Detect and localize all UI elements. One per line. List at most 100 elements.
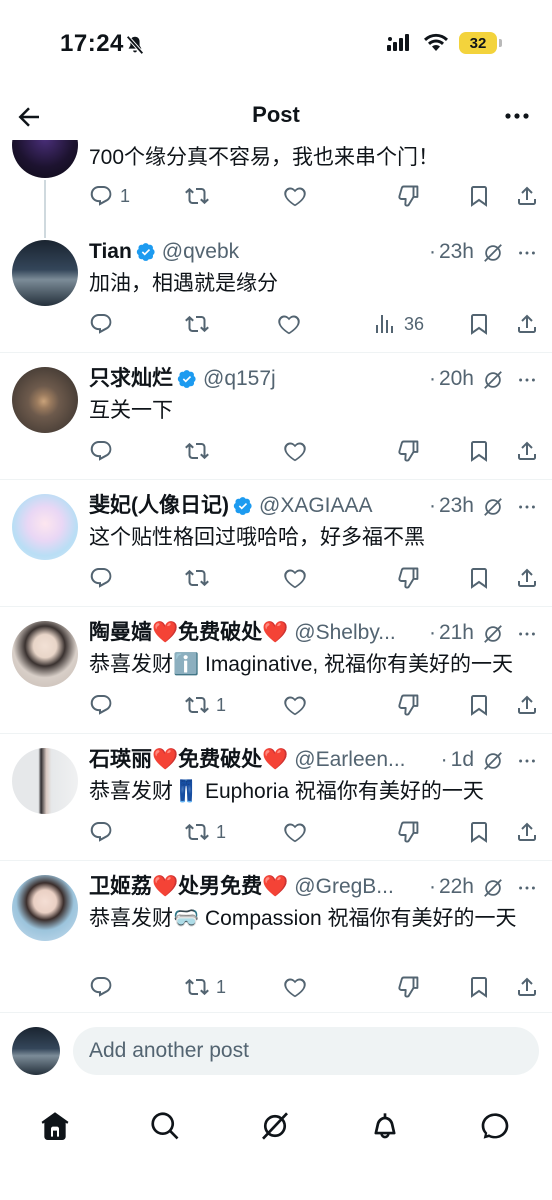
downvote-button[interactable] [397, 691, 421, 719]
like-button[interactable] [283, 564, 314, 592]
author-name[interactable]: 卫姬荔❤️处男免费❤️ [89, 873, 288, 901]
author-name[interactable]: Tian [89, 238, 132, 266]
author-name[interactable]: 陶曼嫱❤️免费破处❤️ [89, 619, 288, 647]
more-icon[interactable] [504, 104, 530, 128]
author-handle[interactable]: @GregB... [294, 873, 426, 901]
more-icon[interactable] [516, 496, 538, 518]
like-button[interactable] [277, 310, 308, 338]
grok-icon[interactable] [482, 496, 504, 518]
author-handle[interactable]: @Shelby... [294, 619, 426, 647]
reply-icon [90, 977, 112, 997]
grok-icon[interactable] [482, 369, 504, 391]
author-name[interactable]: 只求灿烂 [89, 365, 173, 393]
reply-post[interactable]: 陶曼嫱❤️免费破处❤️ @Shelby... · 21h 恭喜发财ℹ️ Imag… [0, 606, 552, 733]
repost-button[interactable]: 1 [185, 973, 226, 1001]
reply-post[interactable]: 卫姬荔❤️处男免费❤️ @GregB... · 22h 恭喜发财🥽 Compas… [0, 860, 552, 1012]
tab-grok[interactable] [253, 1104, 297, 1148]
share-button[interactable] [515, 564, 539, 592]
bookmark-button[interactable] [467, 818, 491, 846]
share-button[interactable] [515, 437, 539, 465]
repost-button[interactable] [185, 182, 216, 210]
more-icon[interactable] [516, 242, 538, 264]
author-name[interactable]: 斐妃(人像日记) [89, 492, 229, 520]
avatar[interactable] [12, 140, 78, 178]
bookmark-button[interactable] [467, 973, 491, 1001]
more-icon[interactable] [516, 369, 538, 391]
reply-button[interactable] [89, 818, 120, 846]
post-time[interactable]: 1d [451, 746, 474, 774]
avatar[interactable] [12, 621, 78, 687]
bookmark-button[interactable] [467, 437, 491, 465]
author-name[interactable]: 石瑛丽❤️免费破处❤️ [89, 746, 288, 774]
share-button[interactable] [515, 182, 539, 210]
bookmark-button[interactable] [467, 310, 491, 338]
reply-button[interactable] [89, 691, 120, 719]
avatar[interactable] [12, 367, 78, 433]
repost-button[interactable] [185, 564, 216, 592]
tab-home[interactable] [33, 1104, 77, 1148]
share-button[interactable] [515, 818, 539, 846]
author-handle[interactable]: @Earleen... [294, 746, 437, 774]
reply-post[interactable]: Tian @qvebk · 23h 加油，相遇就是缘分 36 [0, 228, 552, 352]
more-icon[interactable] [516, 750, 538, 772]
reply-thread: 700个缘分真不容易，我也来串个门！ 1 Tian @qvebk · 23h 加… [0, 140, 552, 1012]
repost-button[interactable]: 1 [185, 691, 226, 719]
reply-post[interactable]: 石瑛丽❤️免费破处❤️ @Earleen... · 1d 恭喜发财👖 Eupho… [0, 733, 552, 860]
share-button[interactable] [515, 973, 539, 1001]
reply-button[interactable] [89, 564, 120, 592]
avatar[interactable] [12, 1027, 60, 1075]
downvote-button[interactable] [397, 973, 421, 1001]
author-handle[interactable]: @q157j [203, 365, 426, 393]
like-button[interactable] [283, 973, 314, 1001]
avatar[interactable] [12, 494, 78, 560]
tab-messages[interactable] [473, 1104, 517, 1148]
post-time[interactable]: 23h [439, 492, 474, 520]
author-handle[interactable]: @qvebk [162, 238, 426, 266]
post-time[interactable]: 23h [439, 238, 474, 266]
bookmark-icon [471, 822, 487, 843]
repost-button[interactable] [185, 310, 216, 338]
post-time[interactable]: 20h [439, 365, 474, 393]
reply-button[interactable] [89, 437, 120, 465]
grok-icon[interactable] [482, 623, 504, 645]
avatar[interactable] [12, 748, 78, 814]
post-time[interactable]: 21h [439, 619, 474, 647]
like-button[interactable] [283, 437, 314, 465]
like-button[interactable] [283, 182, 314, 210]
views-button[interactable]: 36 [373, 310, 424, 338]
tab-notifications[interactable] [363, 1104, 407, 1148]
post-time[interactable]: 22h [439, 873, 474, 901]
tab-search[interactable] [143, 1104, 187, 1148]
downvote-button[interactable] [397, 564, 421, 592]
bookmark-button[interactable] [467, 182, 491, 210]
like-button[interactable] [283, 818, 314, 846]
share-button[interactable] [515, 691, 539, 719]
downvote-button[interactable] [397, 437, 421, 465]
reply-icon [90, 441, 112, 461]
avatar[interactable] [12, 240, 78, 306]
like-button[interactable] [283, 691, 314, 719]
more-icon[interactable] [516, 623, 538, 645]
reply-button[interactable]: 1 [89, 182, 130, 210]
bookmark-button[interactable] [467, 564, 491, 592]
author-handle[interactable]: @XAGIAAA [259, 492, 426, 520]
reply-post[interactable]: 只求灿烂 @q157j · 20h 互关一下 [0, 352, 552, 479]
reply-input[interactable]: Add another post [73, 1027, 539, 1075]
reply-button[interactable] [89, 310, 120, 338]
share-button[interactable] [515, 310, 539, 338]
reply-post[interactable]: 斐妃(人像日记) @XAGIAAA · 23h 这个贴性格回过哦哈哈，好多福不黑 [0, 479, 552, 606]
grok-icon[interactable] [482, 750, 504, 772]
bookmark-button[interactable] [467, 691, 491, 719]
bookmark-icon [471, 441, 487, 462]
repost-button[interactable]: 1 [185, 818, 226, 846]
more-icon[interactable] [516, 877, 538, 899]
grok-icon[interactable] [482, 877, 504, 899]
reply-button[interactable] [89, 973, 120, 1001]
downvote-button[interactable] [397, 182, 421, 210]
downvote-button[interactable] [397, 818, 421, 846]
repost-button[interactable] [185, 437, 216, 465]
avatar[interactable] [12, 875, 78, 941]
reply-post[interactable]: 700个缘分真不容易，我也来串个门！ 1 [0, 140, 552, 238]
grok-icon[interactable] [482, 242, 504, 264]
reply-composer: Add another post [0, 1012, 552, 1090]
